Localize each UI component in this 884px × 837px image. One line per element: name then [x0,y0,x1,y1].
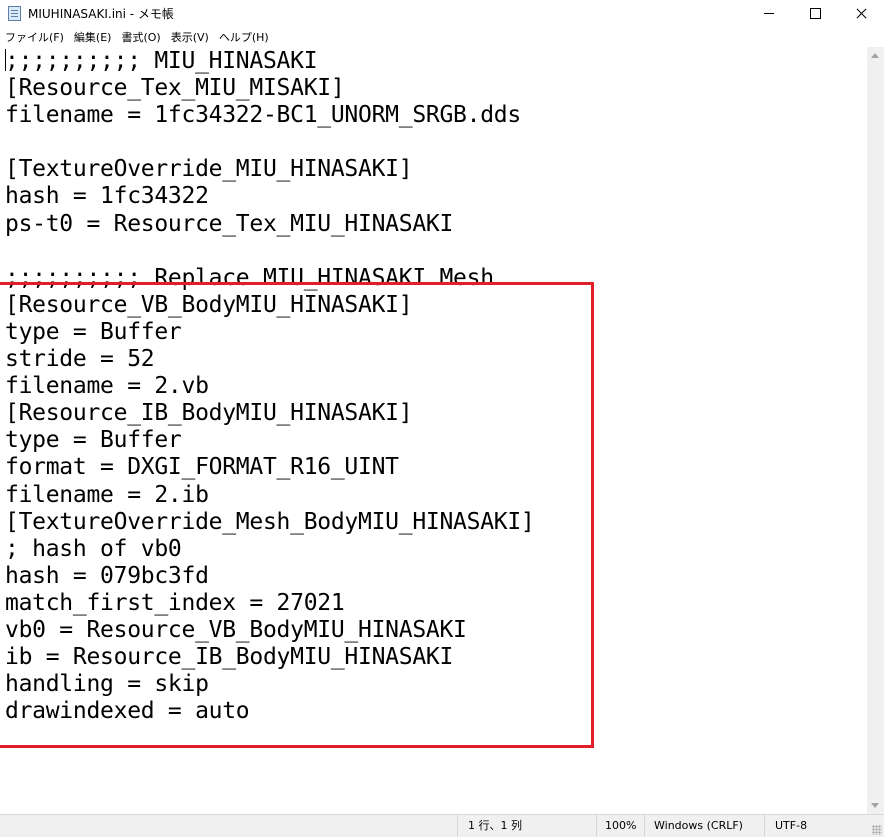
text-line: drawindexed = auto [5,698,250,725]
scroll-down-icon[interactable] [871,803,879,808]
text-line: [TextureOverride_MIU_HINASAKI] [5,156,413,183]
text-line: ; hash of vb0 [5,535,182,562]
menu-help[interactable]: ヘルプ(H) [214,29,274,45]
status-cursor-position: 1 行、1 列 [468,819,522,832]
text-line: hash = 1fc34322 [5,183,209,210]
status-separator [457,815,458,837]
text-line: ib = Resource_IB_BodyMIU_HINASAKI [5,644,454,671]
menu-format[interactable]: 書式(O) [116,29,165,45]
text-line: type = Buffer [5,318,182,345]
text-line: [Resource_IB_BodyMIU_HINASAKI] [5,400,413,427]
text-line: handling = skip [5,671,209,698]
text-line: match_first_index = 27021 [5,589,345,616]
text-line: filename = 2.vb [5,373,209,400]
text-line: filename = 1fc34322-BC1_UNORM_SRGB.dds [5,102,521,129]
vertical-scrollbar[interactable] [867,47,884,814]
text-editor[interactable]: ;;;;;;;;;; MIU_HINASAKI [Resource_Tex_MIU… [0,47,867,814]
status-zoom: 100% [605,819,637,832]
notepad-icon[interactable] [8,6,21,21]
menu-file[interactable]: ファイル(F) [0,29,69,45]
menu-bar: ファイル(F) 編集(E) 書式(O) 表示(V) ヘルプ(H) [0,27,884,47]
status-encoding: UTF-8 [775,819,808,832]
text-line: vb0 = Resource_VB_BodyMIU_HINASAKI [5,616,467,643]
menu-view[interactable]: 表示(V) [166,29,214,45]
status-separator [644,815,645,837]
menu-edit[interactable]: 編集(E) [69,29,117,45]
text-line: [TextureOverride_Mesh_BodyMIU_HINASAKI] [5,508,535,535]
text-line: type = Buffer [5,427,182,454]
text-line: hash = 079bc3fd [5,562,209,589]
text-line: ;;;;;;;;;; Replace MIU_HINASAKI Mesh [5,264,494,291]
status-separator [596,815,597,837]
text-line: format = DXGI_FORMAT_R16_UINT [5,454,399,481]
title-bar[interactable]: MIUHINASAKI.ini - メモ帳 [0,0,884,27]
text-line: [Resource_VB_BodyMIU_HINASAKI] [5,291,413,318]
maximize-button[interactable] [792,0,838,27]
text-line [5,238,535,265]
text-line: filename = 2.ib [5,481,209,508]
close-button[interactable] [838,0,884,27]
editor-content[interactable]: ;;;;;;;;;; MIU_HINASAKI [Resource_Tex_MIU… [5,48,535,725]
window-title: MIUHINASAKI.ini - メモ帳 [28,7,174,21]
text-line: ;;;;;;;;;; MIU_HINASAKI [5,48,318,74]
scroll-up-icon[interactable] [871,53,879,58]
minimize-button[interactable] [746,0,792,27]
resize-grip-icon[interactable] [872,825,882,835]
text-line [5,129,535,156]
status-bar: 1 行、1 列 100% Windows (CRLF) UTF-8 [0,814,884,837]
status-separator [764,815,765,837]
text-line: ps-t0 = Resource_Tex_MIU_HINASAKI [5,210,454,237]
text-line: [Resource_Tex_MIU_MISAKI] [5,75,345,102]
status-line-ending: Windows (CRLF) [654,819,743,832]
text-line: stride = 52 [5,346,155,373]
